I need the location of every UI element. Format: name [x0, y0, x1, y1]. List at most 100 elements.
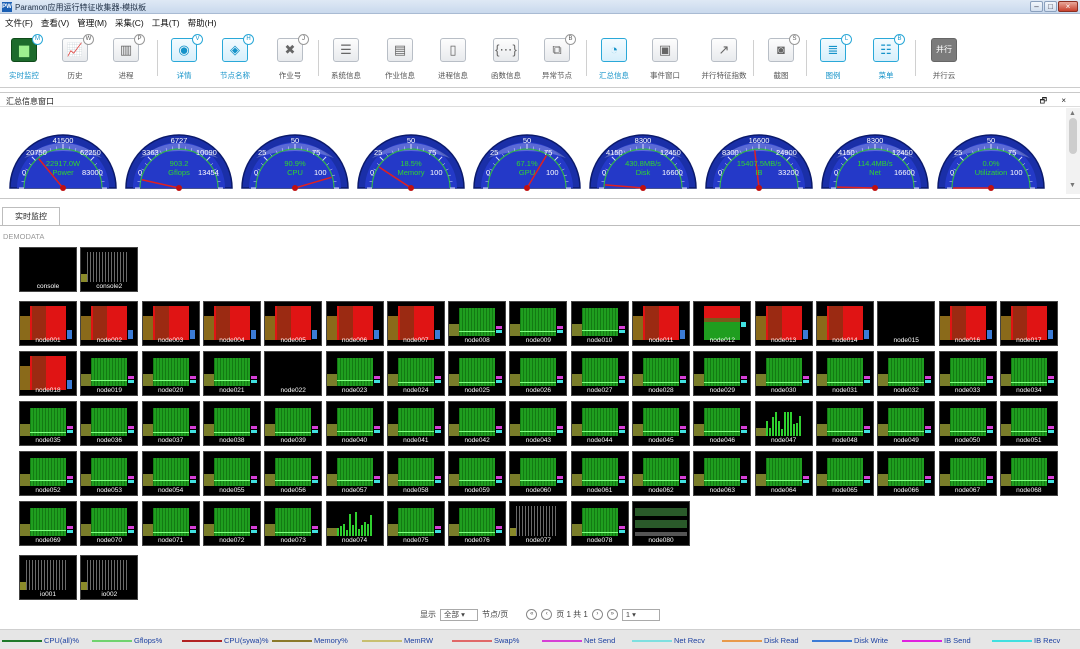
node-tile[interactable]: node071 [141, 501, 200, 546]
menu-item[interactable]: 文件(F) [0, 14, 36, 30]
toolbar-button-5[interactable]: ◈ H 节点名称 [207, 34, 263, 84]
toolbar-button-7[interactable]: ☰ 系统信息 [318, 34, 374, 84]
toolbar-button-16[interactable]: ≣ L 图例 [805, 34, 861, 84]
node-tile[interactable]: node024 [386, 351, 445, 396]
node-tile[interactable]: node038 [202, 401, 261, 446]
next-page-icon[interactable]: › [591, 609, 603, 620]
node-tile[interactable]: node025 [448, 351, 507, 396]
node-tile[interactable]: node057 [325, 451, 384, 496]
node-tile[interactable]: node075 [386, 501, 445, 546]
node-tile[interactable]: node039 [264, 401, 323, 446]
node-tile[interactable]: node018 [19, 351, 77, 396]
menu-item[interactable]: 帮助(H) [183, 14, 220, 30]
node-tile[interactable]: io002 [80, 555, 139, 600]
node-tile[interactable]: node061 [570, 451, 629, 496]
node-tile[interactable]: io001 [19, 555, 77, 600]
node-tile[interactable]: node067 [938, 451, 997, 496]
node-tile[interactable]: node066 [877, 451, 936, 496]
node-tile[interactable]: node070 [80, 501, 139, 546]
node-tile[interactable]: node005 [264, 301, 323, 346]
node-tile[interactable]: node068 [999, 451, 1058, 496]
node-tile[interactable]: node043 [509, 401, 568, 446]
close-button[interactable]: × [1058, 1, 1078, 12]
node-tile[interactable]: node029 [693, 351, 752, 396]
node-tile[interactable]: node010 [570, 301, 629, 346]
node-tile[interactable]: node015 [877, 301, 936, 346]
node-tile[interactable]: node049 [877, 401, 936, 446]
toolbar-button-12[interactable]: ◔ 汇总信息 [586, 34, 642, 84]
menu-item[interactable]: 查看(V) [36, 14, 72, 30]
node-tile[interactable]: node021 [202, 351, 261, 396]
node-tile[interactable]: node069 [19, 501, 77, 546]
menu-item[interactable]: 采集(C) [110, 14, 147, 30]
toolbar-button-14[interactable]: ↗ 并行特征指数 [696, 34, 752, 84]
node-tile[interactable]: node080 [632, 501, 690, 546]
toolbar-button-13[interactable]: ▣ 事件窗口 [637, 34, 693, 84]
toolbar-button-17[interactable]: ☷ B 菜单 [858, 34, 914, 84]
node-tile[interactable]: node064 [754, 451, 813, 496]
node-tile[interactable]: node077 [509, 501, 568, 546]
menu-item[interactable]: 工具(T) [147, 14, 183, 30]
node-tile[interactable]: node041 [386, 401, 445, 446]
node-tile[interactable]: node030 [754, 351, 813, 396]
node-tile[interactable]: node056 [264, 451, 323, 496]
node-tile[interactable]: node016 [938, 301, 997, 346]
node-tile[interactable]: node031 [815, 351, 874, 396]
node-tile[interactable]: node048 [815, 401, 874, 446]
summary-panel-buttons[interactable]: 🗗 × [1040, 95, 1072, 109]
tab-realtime-monitor[interactable]: 实时监控 [2, 207, 60, 226]
node-tile[interactable]: node072 [202, 501, 261, 546]
node-tile[interactable]: node014 [815, 301, 874, 346]
last-page-icon[interactable]: » [606, 609, 618, 620]
menu-item[interactable]: 管理(M) [72, 14, 110, 30]
node-tile[interactable]: node059 [448, 451, 507, 496]
node-tile[interactable]: node028 [632, 351, 690, 396]
node-tile[interactable]: node020 [141, 351, 200, 396]
summary-scrollbar[interactable]: ▲ ▼ [1066, 108, 1080, 194]
toolbar-button-2[interactable]: 📈 W 历史 [47, 34, 103, 84]
minimize-button[interactable]: – [1030, 1, 1043, 12]
node-tile[interactable]: node008 [448, 301, 507, 346]
node-tile[interactable]: node032 [877, 351, 936, 396]
node-tile[interactable]: node040 [325, 401, 384, 446]
node-tile[interactable]: node050 [938, 401, 997, 446]
node-tile[interactable]: node036 [80, 401, 139, 446]
toolbar-button-6[interactable]: ✖ J 作业号 [262, 34, 318, 84]
toolbar-button-9[interactable]: ▯ 进程信息 [425, 34, 481, 84]
node-tile[interactable]: node009 [509, 301, 568, 346]
scroll-thumb[interactable] [1069, 118, 1077, 154]
node-tile[interactable]: node033 [938, 351, 997, 396]
node-tile[interactable]: node042 [448, 401, 507, 446]
node-tile[interactable]: node002 [80, 301, 139, 346]
node-tile[interactable]: node044 [570, 401, 629, 446]
node-tile[interactable]: node035 [19, 401, 77, 446]
toolbar-button-3[interactable]: ▥ P 进程 [98, 34, 154, 84]
node-tile[interactable]: node019 [80, 351, 139, 396]
node-tile[interactable]: node012 [693, 301, 752, 346]
node-tile[interactable]: node074 [325, 501, 384, 546]
node-tile[interactable]: node027 [570, 351, 629, 396]
node-tile[interactable]: node060 [509, 451, 568, 496]
node-tile[interactable]: node055 [202, 451, 261, 496]
toolbar-button-1[interactable]: ▆ M 实时监控 [0, 34, 52, 84]
node-tile[interactable]: node062 [632, 451, 690, 496]
node-tile[interactable]: node047 [754, 401, 813, 446]
node-tile[interactable]: node073 [264, 501, 323, 546]
node-tile[interactable]: node078 [570, 501, 629, 546]
node-tile[interactable]: node011 [632, 301, 690, 346]
node-tile[interactable]: node045 [632, 401, 690, 446]
node-tile[interactable]: node058 [386, 451, 445, 496]
toolbar-button-10[interactable]: {⋯} 函数信息 [478, 34, 534, 84]
node-tile[interactable]: node076 [448, 501, 507, 546]
node-tile[interactable]: node052 [19, 451, 77, 496]
node-tile[interactable]: console2 [80, 247, 139, 292]
node-tile[interactable]: node037 [141, 401, 200, 446]
node-tile[interactable]: node022 [264, 351, 323, 396]
node-tile[interactable]: node023 [325, 351, 384, 396]
toolbar-button-8[interactable]: ▤ 作业信息 [372, 34, 428, 84]
node-tile[interactable]: node026 [509, 351, 568, 396]
node-tile[interactable]: node004 [202, 301, 261, 346]
node-tile[interactable]: node034 [999, 351, 1058, 396]
node-tile[interactable]: console [19, 247, 77, 292]
node-tile[interactable]: node001 [19, 301, 77, 346]
